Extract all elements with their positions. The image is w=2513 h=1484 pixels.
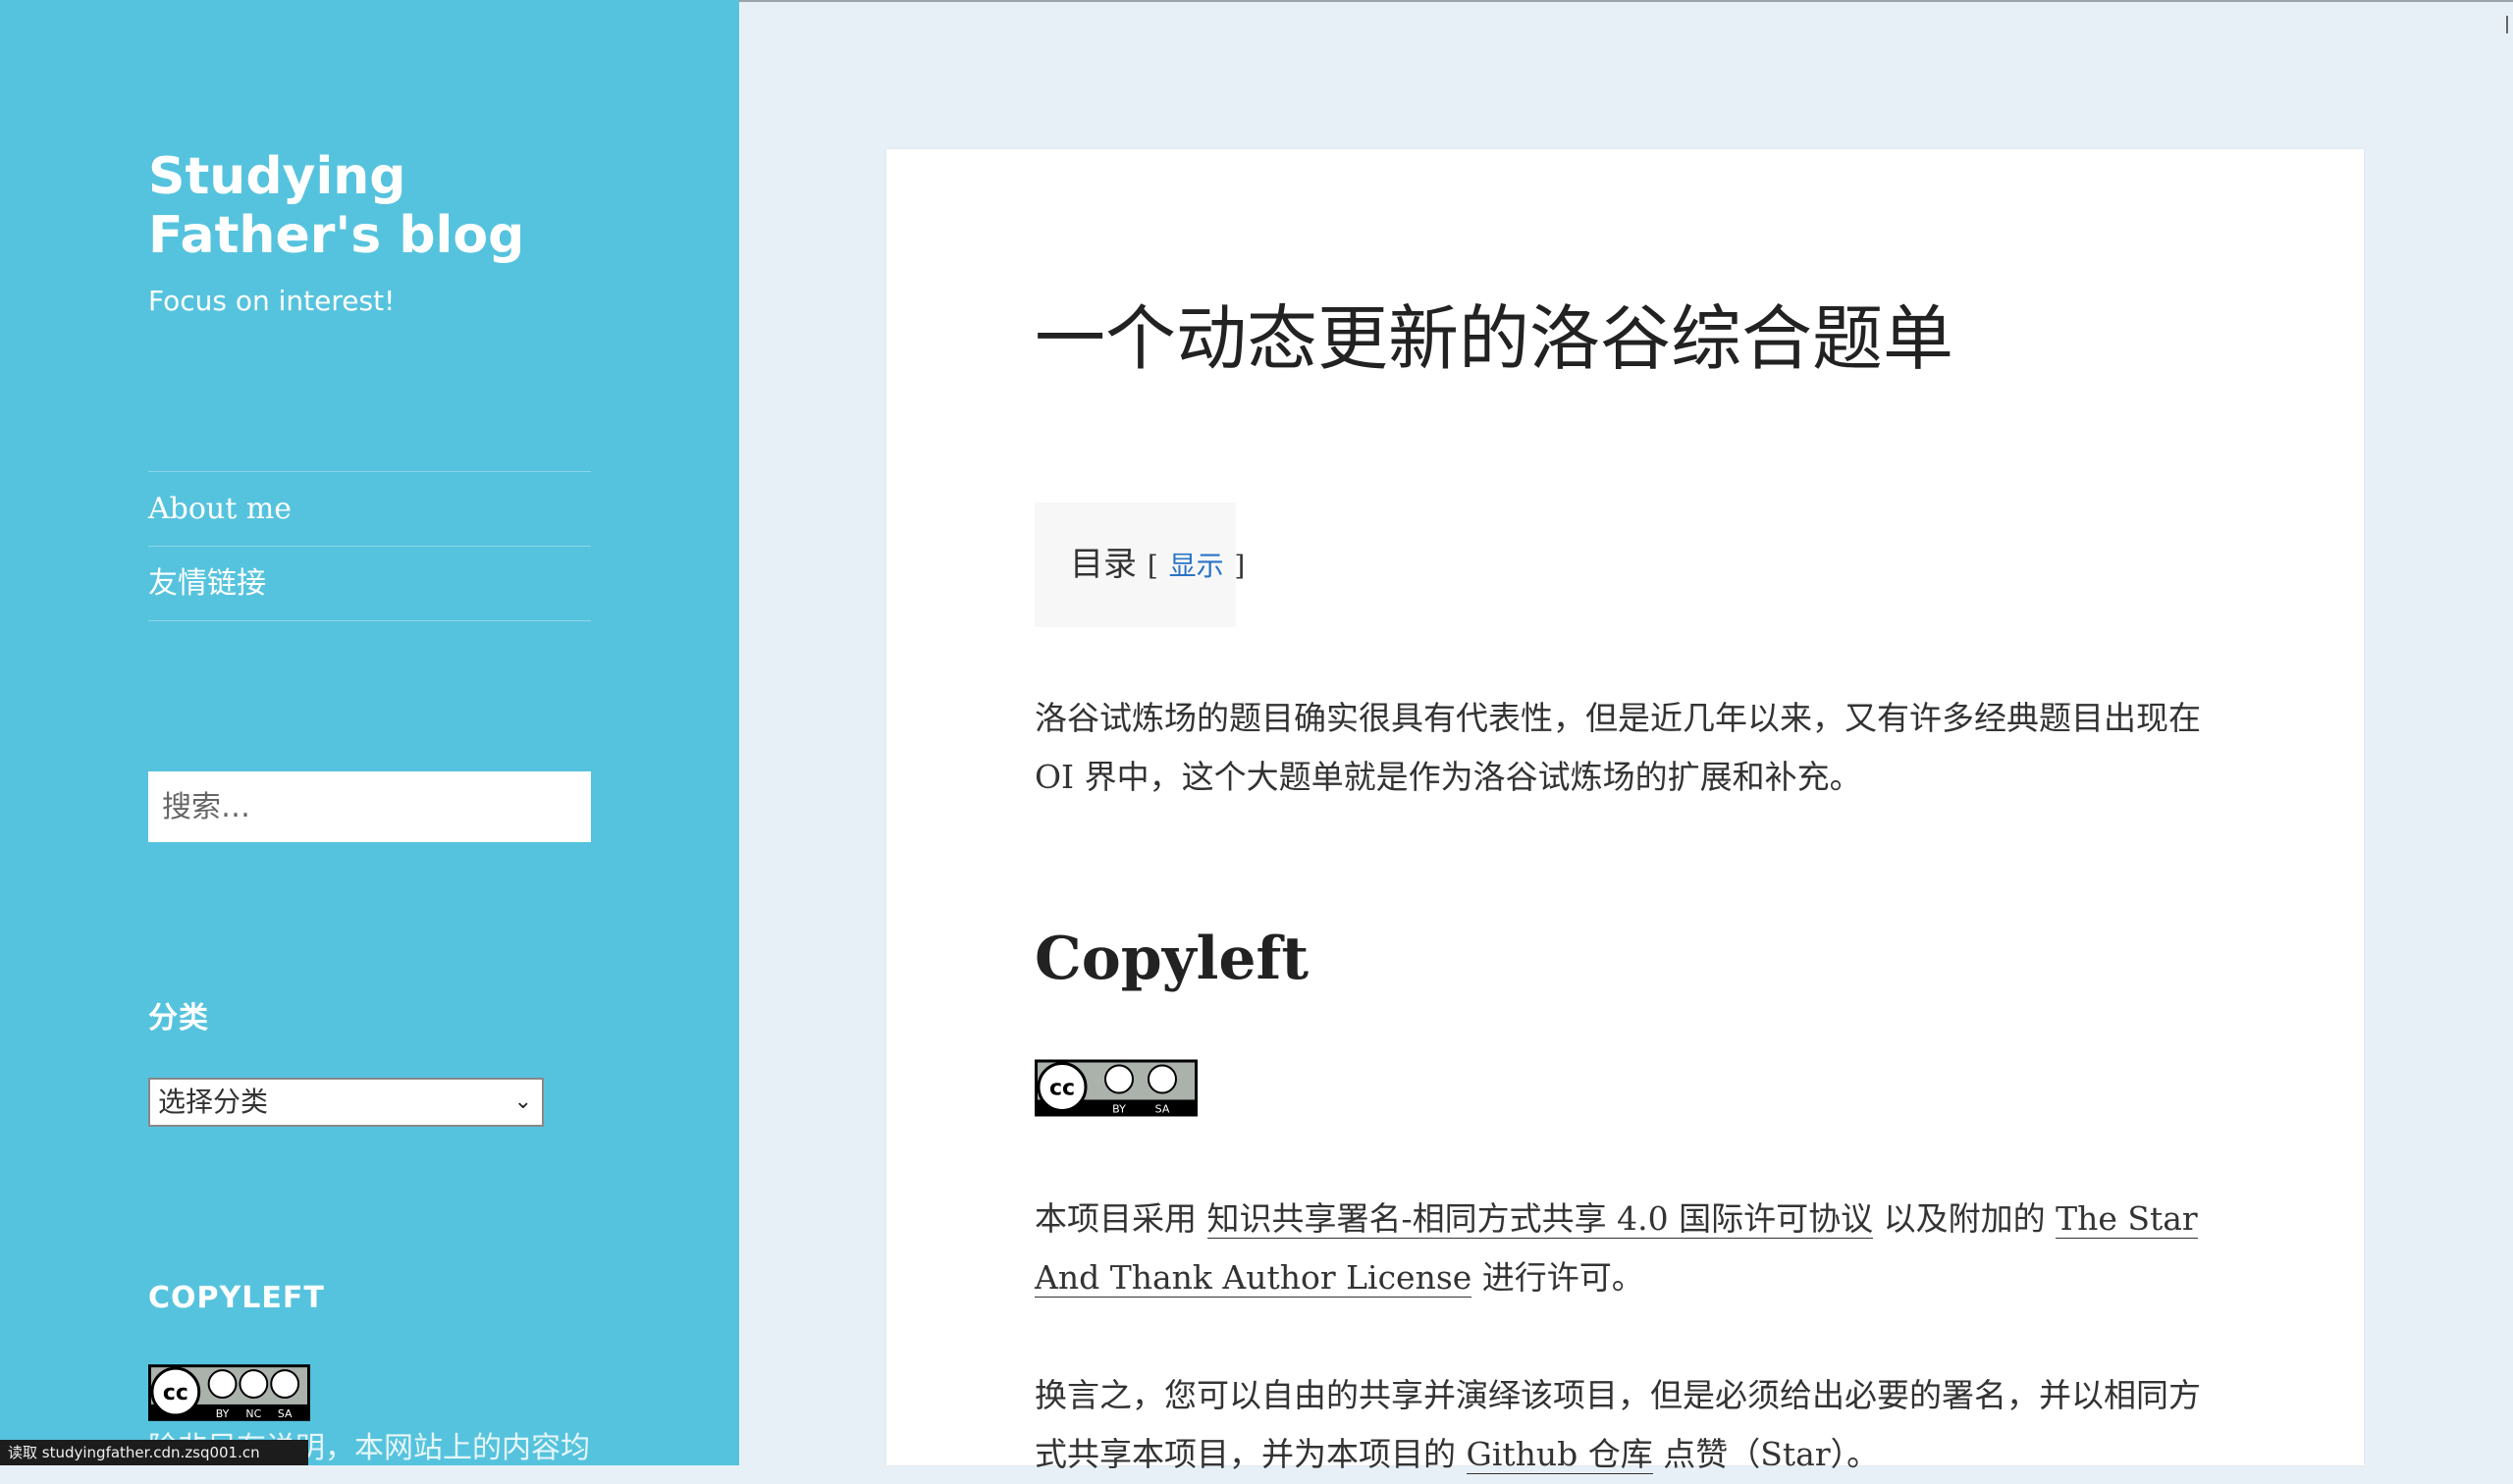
search-input[interactable] — [148, 771, 591, 842]
share-paragraph: 换言之，您可以自由的共享并演绎该项目，但是必须给出必要的署名，并以相同方式共享本… — [1035, 1366, 2203, 1484]
nav-item-about-me[interactable]: About me — [148, 472, 591, 547]
license-paragraph: 本项目采用 知识共享署名-相同方式共享 4.0 国际许可协议 以及附加的 The… — [1035, 1190, 2203, 1307]
cc-license-link[interactable]: 知识共享署名-相同方式共享 4.0 国际许可协议 — [1206, 1199, 1874, 1239]
by-label: BY — [216, 1407, 230, 1420]
license-middle: 以及附加的 — [1873, 1199, 2057, 1238]
license-suffix: 进行许可。 — [1471, 1258, 1644, 1297]
cc-by-nc-sa-badge-icon[interactable]: cc BY NC SA — [148, 1364, 310, 1421]
copyleft-heading: Copyleft — [1035, 925, 1310, 993]
by-label: BY — [1112, 1103, 1126, 1116]
toc-label: 目录 — [1070, 545, 1137, 584]
cc-label: cc — [1049, 1077, 1075, 1101]
share-suffix: 点赞（Star）。 — [1652, 1435, 1880, 1473]
categories-widget-title: 分类 — [148, 1001, 209, 1035]
site-description: Focus on interest! — [148, 285, 396, 317]
copyleft-widget-title: COPYLEFT — [148, 1281, 325, 1315]
toc-open-bracket: [ — [1147, 550, 1158, 582]
license-prefix: 本项目采用 — [1035, 1199, 1207, 1238]
sidebar: Studying Father's blog Focus on interest… — [0, 0, 739, 1465]
sa-label: SA — [1155, 1103, 1170, 1116]
article: 一个动态更新的洛谷综合题单 目录 [ 显示 ] 洛谷试炼场的题目确实很具有代表性… — [886, 149, 2364, 1474]
chevron-down-icon: ⌄ — [513, 1089, 532, 1114]
site-title[interactable]: Studying Father's blog — [148, 147, 610, 265]
cc-label: cc — [163, 1381, 188, 1405]
nav-item-friend-links[interactable]: 友情链接 — [148, 547, 591, 621]
cc-by-sa-badge-icon[interactable]: cc BY SA — [1035, 1059, 1198, 1117]
github-repo-link[interactable]: Github 仓库 — [1466, 1435, 1653, 1474]
table-of-contents: 目录 [ 显示 ] — [1035, 503, 1245, 627]
toc-close-bracket: ] — [1234, 550, 1246, 582]
category-select[interactable]: 选择分类 ⌄ — [148, 1078, 544, 1127]
browser-status-bar: 读取 studyingfather.cdn.zsq001.cn — [0, 1440, 308, 1465]
sidebar-nav: About me 友情链接 — [148, 471, 591, 621]
nc-label: NC — [245, 1407, 261, 1420]
sa-label: SA — [278, 1407, 293, 1420]
intro-paragraph: 洛谷试炼场的题目确实很具有代表性，但是近几年以来，又有许多经典题目出现在 OI … — [1035, 699, 2201, 796]
entry-title: 一个动态更新的洛谷综合题单 — [1035, 297, 1954, 380]
category-select-value: 选择分类 — [158, 1086, 269, 1118]
toc-toggle-link[interactable]: 显示 — [1169, 550, 1224, 582]
scrollbar-handle[interactable] — [2506, 16, 2508, 33]
